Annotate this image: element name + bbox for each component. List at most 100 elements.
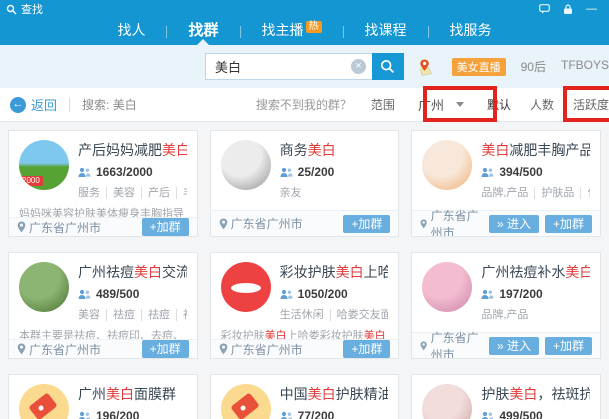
location-text: 广东省广州市 <box>431 329 489 360</box>
card-footer: 广东省广州市+加群 <box>211 210 399 236</box>
member-count: 1663/2000 <box>96 165 153 179</box>
highlighted-keyword: 美白 <box>308 142 336 158</box>
group-title[interactable]: 广州祛痘美白交流 <box>78 262 187 282</box>
card-top: 中国美白护肤精油群 77/200 <box>211 375 399 419</box>
group-title[interactable]: 中国美白护肤精油群 <box>280 384 389 404</box>
tab-找群[interactable]: 找群 <box>167 18 239 45</box>
tags-row: 品牌,产品护肤品化妆品香水... <box>481 184 590 200</box>
tab-找服务[interactable]: 找服务 <box>429 18 513 45</box>
sort-默认[interactable]: 默认 <box>487 96 511 113</box>
minimize-button[interactable]: — <box>586 4 597 14</box>
card-top: 彩妆护肤美白上哈娄1050/200生活休闲哈娄交友面膜哈娄星... <box>211 253 399 322</box>
group-card[interactable]: 2000产后妈妈减肥美白丰胸1663/2000服务美容产后丰胸面膜...妈妈咪美… <box>8 130 198 237</box>
group-card[interactable]: 美白减肥丰胸产品交流 394/500 品牌,产品护肤品化妆品香水... 广东省广州市»… <box>411 130 601 237</box>
tab-找课程[interactable]: 找课程 <box>344 18 428 45</box>
group-description: 妈妈咪美容护肤美体瘦身丰胸指导交流改善群，欢迎爱美的麻麻及想要改善的肌肤问的进群… <box>9 200 197 217</box>
member-count: 394/500 <box>499 165 542 179</box>
search-echo-prefix: 搜索: <box>82 98 109 112</box>
card-top: 美白减肥丰胸产品交流 394/500 品牌,产品护肤品化妆品香水... <box>412 131 600 200</box>
location-pin-icon <box>420 218 427 230</box>
hot-badge[interactable]: 美女直播 <box>452 58 506 76</box>
join-group-button[interactable]: +加群 <box>545 215 592 233</box>
group-avatar <box>422 384 472 419</box>
member-row: 1663/2000 <box>78 165 187 179</box>
group-title[interactable]: 广州美白面膜群 <box>78 384 187 404</box>
member-row: 1050/200 <box>280 287 389 301</box>
card-info: 美白减肥丰胸产品交流 394/500 品牌,产品护肤品化妆品香水... <box>481 140 590 200</box>
group-title[interactable]: 彩妆护肤美白上哈娄 <box>280 262 389 282</box>
card-info: 广州祛痘补水美白群197/200品牌,产品 <box>481 262 590 322</box>
enter-group-button[interactable]: » 进入 <box>489 215 539 233</box>
card-info: 广州祛痘美白交流489/500美容祛痘祛痘祛痘祛痘... <box>78 262 187 322</box>
member-row: 77/200 <box>280 409 389 419</box>
group-card[interactable]: 广州美白面膜群196/200广东省广州市+加群 <box>8 374 198 419</box>
location-text: 广东省广州市 <box>431 207 489 238</box>
group-card[interactable]: 护肤美白，祛斑抗皱499/500广东省广州市+加群 <box>411 374 601 419</box>
group-title[interactable]: 商务美白 <box>280 140 389 160</box>
tab-找人[interactable]: 找人 <box>96 18 166 45</box>
tag: 护肤品 <box>534 187 580 199</box>
card-footer: 广东省广州市+加群 <box>9 217 197 236</box>
card-top: 2000产后妈妈减肥美白丰胸1663/2000服务美容产后丰胸面膜... <box>9 131 197 200</box>
group-card[interactable]: 广州祛痘补水美白群197/200品牌,产品广东省广州市» 进入 +加群 <box>411 252 601 359</box>
tag: 美容 <box>106 187 141 199</box>
region-dropdown[interactable]: 广州 <box>414 95 468 114</box>
group-avatar <box>422 262 472 312</box>
cant-find-link[interactable]: 搜索不到我的群？ <box>256 96 352 113</box>
text-segment: 产后妈妈减肥 <box>78 142 162 158</box>
clear-icon[interactable]: × <box>351 59 366 74</box>
search-input[interactable] <box>205 53 372 80</box>
join-group-button[interactable]: +加群 <box>142 340 189 358</box>
member-row: 196/200 <box>78 409 187 419</box>
app-icon <box>6 4 17 15</box>
card-info: 商务美白25/200亲友 <box>280 140 389 200</box>
group-title[interactable]: 产后妈妈减肥美白丰胸 <box>78 140 187 160</box>
join-group-button[interactable]: +加群 <box>343 215 390 233</box>
location-pin-icon <box>219 218 228 230</box>
group-card[interactable]: 商务美白25/200亲友广东省广州市+加群 <box>210 130 400 237</box>
tag: 品牌,产品 <box>481 187 534 199</box>
back-arrow-icon: ← <box>10 97 26 113</box>
sort-活跃度[interactable]: 活跃度 <box>573 96 609 113</box>
back-button[interactable]: ← 返回 <box>10 95 57 114</box>
card-footer: 广东省广州市» 进入 +加群 <box>412 210 600 236</box>
group-title[interactable]: 美白减肥丰胸产品交流 <box>481 140 590 160</box>
group-description: 本群主要是祛痘、祛痘印、去痘、祛痘印等肌肤问题的交流群，欢迎广大手青春痘、痤疮、… <box>9 322 197 339</box>
sort-人数[interactable]: 人数 <box>530 96 554 113</box>
card-buttons: +加群 <box>142 218 189 236</box>
location: 广东省广州市 <box>420 329 489 360</box>
tags-row: 美容祛痘祛痘祛痘祛痘... <box>78 306 187 322</box>
text-segment: 中国 <box>280 386 308 402</box>
highlighted-keyword: 美白 <box>265 330 287 339</box>
join-group-button[interactable]: +加群 <box>343 340 390 358</box>
group-card[interactable]: 中国美白护肤精油群77/200广东省广州市+加群 <box>210 374 400 419</box>
card-top: 广州祛痘补水美白群197/200品牌,产品 <box>412 253 600 322</box>
card-info: 产后妈妈减肥美白丰胸1663/2000服务美容产后丰胸面膜... <box>78 140 187 200</box>
card-footer: 广东省广州市» 进入 +加群 <box>412 332 600 358</box>
members-icon <box>481 289 494 300</box>
group-card[interactable]: 彩妆护肤美白上哈娄1050/200生活休闲哈娄交友面膜哈娄星...彩妆护肤美白上… <box>210 252 400 359</box>
tag: 祛痘 <box>141 309 176 321</box>
text-segment: 彩妆护肤 <box>280 264 336 280</box>
group-card[interactable]: 广州祛痘美白交流489/500美容祛痘祛痘祛痘祛痘...本群主要是祛痘、祛痘印、… <box>8 252 198 359</box>
tag-hole <box>239 405 246 412</box>
text-segment: 广州祛痘 <box>78 264 134 280</box>
tag: 服务 <box>78 187 106 199</box>
card-buttons: +加群 <box>343 340 390 358</box>
group-title[interactable]: 护肤美白，祛斑抗皱 <box>481 384 590 404</box>
sort-options: 默认 人数 活跃度 <box>487 96 609 113</box>
tab-label: 找课程 <box>365 22 407 38</box>
join-group-button[interactable]: +加群 <box>142 218 189 236</box>
map-pin-icon[interactable] <box>417 56 432 78</box>
highlighted-keyword: 美白 <box>106 386 134 402</box>
group-title[interactable]: 广州祛痘补水美白群 <box>481 262 590 282</box>
hot-word[interactable]: TFBOYS <box>561 58 609 75</box>
message-icon[interactable] <box>539 4 550 14</box>
search-button[interactable] <box>372 53 404 80</box>
hot-word[interactable]: 90后 <box>521 58 546 75</box>
member-row: 499/500 <box>481 409 590 419</box>
enter-group-button[interactable]: » 进入 <box>489 337 539 355</box>
join-group-button[interactable]: +加群 <box>545 337 592 355</box>
lock-icon[interactable] <box>563 4 573 15</box>
tab-找主播[interactable]: 找主播热 <box>241 18 343 45</box>
